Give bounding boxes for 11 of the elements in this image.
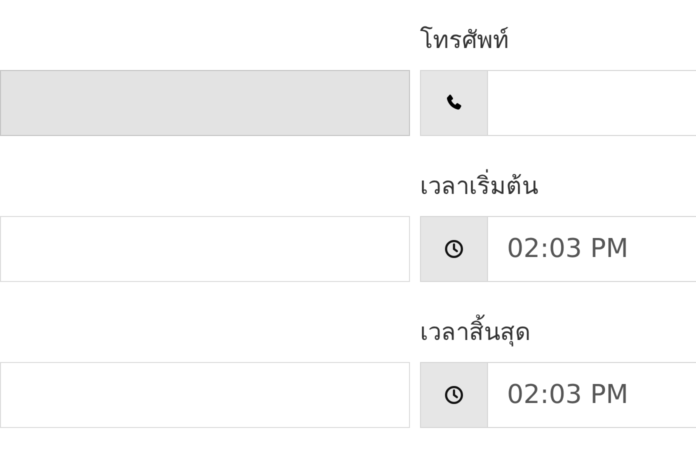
field-label: เวลาเริ่มต้น <box>420 168 538 204</box>
text-field[interactable] <box>0 362 410 428</box>
time-value: 02:03 PM <box>506 378 628 412</box>
input-field[interactable]: 02:03 PM <box>420 362 696 428</box>
text-field[interactable] <box>0 216 410 282</box>
field-label: โทรศัพท์ <box>420 25 509 56</box>
time-value: 02:03 PM <box>506 232 628 266</box>
clock-icon <box>444 239 464 259</box>
field-label: เวลาสิ้นสุด <box>420 314 531 350</box>
clock-icon <box>444 385 464 405</box>
input-field[interactable]: 02:03 PM <box>420 216 696 282</box>
